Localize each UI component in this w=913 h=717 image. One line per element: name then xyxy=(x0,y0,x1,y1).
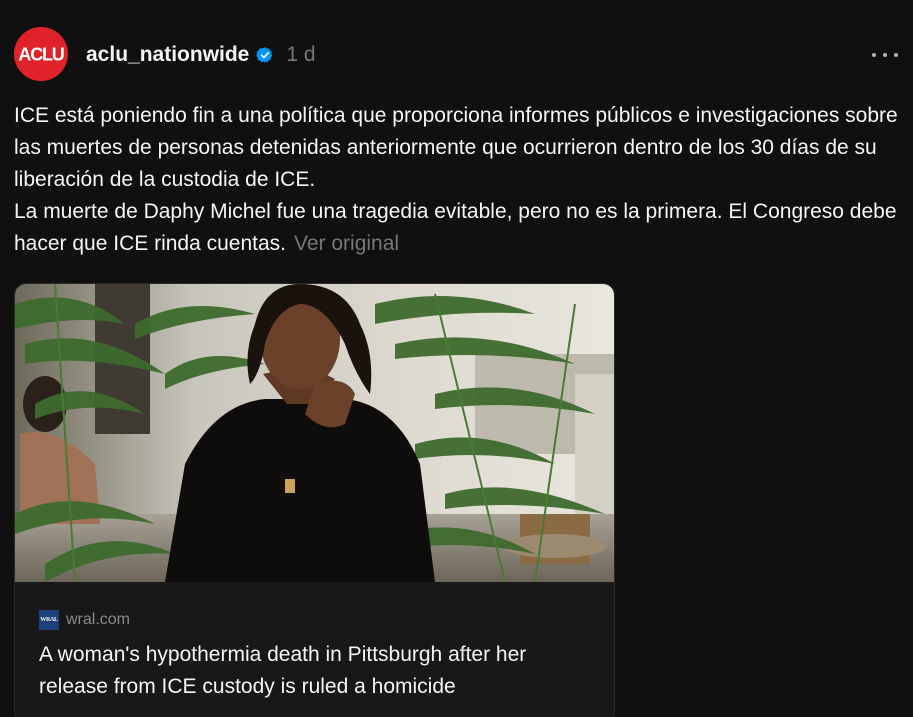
photo-woman-with-plants xyxy=(15,284,614,582)
post-text: ICE está poniendo fin a una política que… xyxy=(14,104,898,255)
post-body: ICE está poniendo fin a una política que… xyxy=(14,100,904,260)
wral-favicon-icon: WRAL xyxy=(39,610,59,630)
link-preview-image xyxy=(15,284,614,582)
more-options-icon[interactable] xyxy=(872,45,898,65)
avatar[interactable]: ACLU xyxy=(14,27,68,81)
post: ACLU aclu_nationwide 1 d ICE está ponien… xyxy=(0,0,913,717)
more-dot xyxy=(872,53,876,57)
post-timestamp: 1 d xyxy=(286,43,316,66)
username-link[interactable]: aclu_nationwide xyxy=(86,43,249,67)
verified-badge-icon xyxy=(256,47,273,63)
link-source: WRAL wral.com xyxy=(39,610,130,630)
see-original-link[interactable]: Ver original xyxy=(294,232,399,255)
avatar-logo-text: ACLU xyxy=(18,42,64,64)
link-domain: wral.com xyxy=(66,611,131,628)
more-dot xyxy=(894,53,898,57)
link-preview-card[interactable]: WRAL wral.com A woman's hypothermia deat… xyxy=(14,283,615,717)
post-header: aclu_nationwide 1 d xyxy=(86,40,316,70)
link-title[interactable]: A woman's hypothermia death in Pittsburg… xyxy=(39,639,599,703)
more-dot xyxy=(883,53,887,57)
